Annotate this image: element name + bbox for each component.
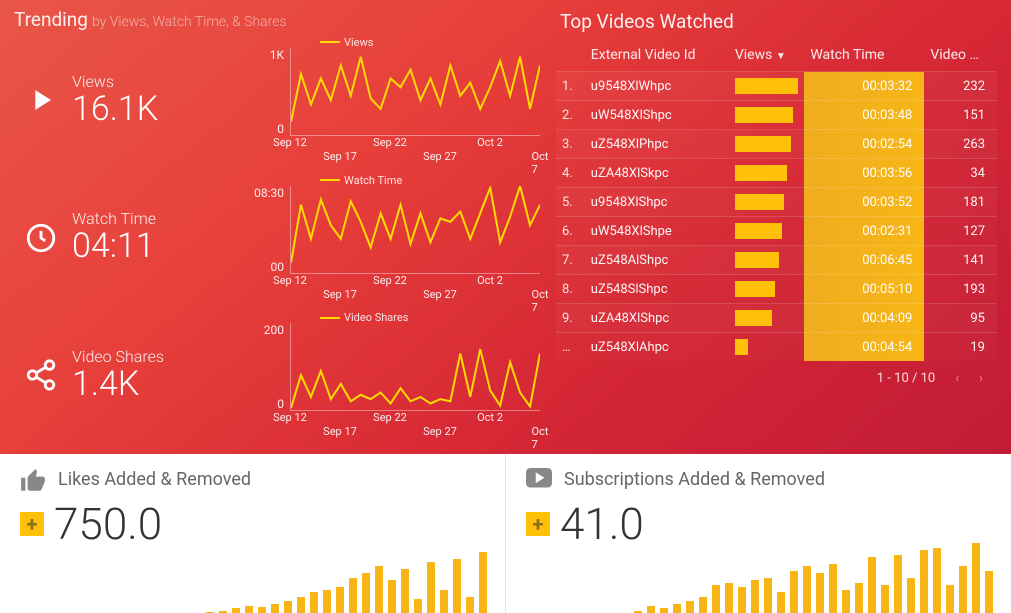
stat-row: Views 16.1K Views 1K 0 Sep 12Sep 17Sep 2… <box>14 31 546 169</box>
col-header[interactable]: External Video Id <box>585 39 729 72</box>
watch-time-cell: 00:03:48 <box>804 101 924 130</box>
likes-title: Likes Added & Removed <box>58 469 251 490</box>
video-id: uZ548XlPhpc <box>585 130 729 159</box>
watch-time-cell: 00:06:45 <box>804 246 924 275</box>
pager-label: 1 - 10 / 10 <box>877 371 935 386</box>
mini-chart: Video Shares 200 0 Sep 12Sep 17Sep 22Sep… <box>244 311 546 439</box>
plus-icon: + <box>526 512 550 536</box>
watch-time-cell: 00:03:56 <box>804 159 924 188</box>
watch-time-cell: 00:05:10 <box>804 275 924 304</box>
table-row[interactable]: 2. uW548XlShpc 00:03:48 151 <box>556 101 997 130</box>
stat-row: Watch Time 04:11 Watch Time 08:30 00 Sep… <box>14 169 546 307</box>
trending-title: Trending <box>14 8 88 31</box>
table-row[interactable]: 4. uZA48XlSkpc 00:03:56 34 <box>556 159 997 188</box>
stat-value: 16.1K <box>72 91 158 128</box>
subs-value: 41.0 <box>560 498 644 550</box>
thumbs-up-icon <box>20 468 46 490</box>
video-id: uZA48XlSkpc <box>585 159 729 188</box>
video-id: u9548XlWhpc <box>585 72 729 101</box>
likes-value: 750.0 <box>54 498 162 550</box>
stat-value: 1.4K <box>72 366 164 403</box>
subs-sparkline <box>634 543 993 613</box>
col-header[interactable]: Watch Time <box>804 39 924 72</box>
likes-sparkline <box>206 552 487 613</box>
pager-prev[interactable]: ‹ <box>955 371 959 386</box>
table-row[interactable]: 1. u9548XlWhpc 00:03:32 232 <box>556 72 997 101</box>
stat-value: 04:11 <box>72 228 156 265</box>
youtube-icon <box>526 468 552 490</box>
watch-time-cell: 00:02:31 <box>804 217 924 246</box>
mini-chart: Views 1K 0 Sep 12Sep 17Sep 22Sep 27Oct 2… <box>244 36 546 164</box>
stat-block[interactable]: Video Shares 1.4K <box>14 347 244 403</box>
table-row[interactable]: 8. uZ548SlShpc 00:05:10 193 <box>556 275 997 304</box>
trending-subtitle: by Views, Watch Time, & Shares <box>92 14 287 30</box>
watch-time-cell: 00:03:52 <box>804 188 924 217</box>
share-icon <box>24 358 58 392</box>
table-row[interactable]: … uZ548XlAhpc 00:04:54 19 <box>556 333 997 362</box>
video-id: uZ548SlShpc <box>585 275 729 304</box>
likes-panel: Likes Added & Removed + 750.0 <box>0 454 506 613</box>
watch-time-cell: 00:04:09 <box>804 304 924 333</box>
video-id: uZ548AlShpc <box>585 246 729 275</box>
mini-chart: Watch Time 08:30 00 Sep 12Sep 17Sep 22Se… <box>244 174 546 302</box>
stat-row: Video Shares 1.4K Video Shares 200 0 Sep… <box>14 306 546 444</box>
watch-time-cell: 00:04:54 <box>804 333 924 362</box>
plus-icon: + <box>20 512 44 536</box>
trending-header: Trending by Views, Watch Time, & Shares <box>14 8 546 31</box>
subs-panel: Subscriptions Added & Removed + 41.0 <box>506 454 1011 613</box>
watch-time-cell: 00:03:32 <box>804 72 924 101</box>
video-id: uW548XlShpc <box>585 101 729 130</box>
col-header[interactable]: Video … <box>924 39 997 72</box>
table-pager: 1 - 10 / 10 ‹ › <box>556 361 997 386</box>
stat-block[interactable]: Watch Time 04:11 <box>14 209 244 265</box>
stat-block[interactable]: Views 16.1K <box>14 72 244 128</box>
table-row[interactable]: 9. uZA48XlShpc 00:04:09 95 <box>556 304 997 333</box>
table-row[interactable]: 6. uW548XlShpe 00:02:31 127 <box>556 217 997 246</box>
top-videos-table: External Video IdViews ▼Watch TimeVideo … <box>556 39 997 361</box>
stat-label: Views <box>72 72 158 91</box>
video-id: u9548XlShpc <box>585 188 729 217</box>
clock-icon <box>24 221 58 255</box>
watch-time-cell: 00:02:54 <box>804 130 924 159</box>
pager-next[interactable]: › <box>979 371 983 386</box>
table-title: Top Videos Watched <box>560 10 997 33</box>
table-row[interactable]: 3. uZ548XlPhpc 00:02:54 263 <box>556 130 997 159</box>
table-row[interactable]: 5. u9548XlShpc 00:03:52 181 <box>556 188 997 217</box>
col-header[interactable]: Views ▼ <box>729 39 804 72</box>
table-row[interactable]: 7. uZ548AlShpc 00:06:45 141 <box>556 246 997 275</box>
video-id: uZA48XlShpc <box>585 304 729 333</box>
video-id: uZ548XlAhpc <box>585 333 729 362</box>
play-icon <box>24 83 58 117</box>
subs-title: Subscriptions Added & Removed <box>564 469 825 490</box>
video-id: uW548XlShpe <box>585 217 729 246</box>
